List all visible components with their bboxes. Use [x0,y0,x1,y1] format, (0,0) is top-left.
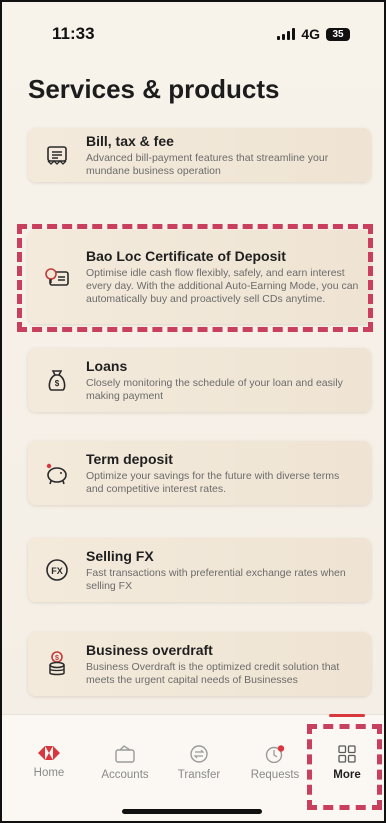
nav-label: Home [33,767,65,779]
transfer-icon [190,745,208,763]
service-card-bill-tax-fee[interactable]: Bill, tax & fee Advanced bill-payment fe… [28,128,371,182]
fx-icon: FX [28,558,86,582]
nav-label: More [333,769,361,781]
battery-icon: 35 [326,27,350,41]
service-description: Business Overdraft is the optimized cred… [86,660,340,686]
service-description: Advanced bill-payment features that stre… [86,151,329,177]
service-title: Bao Loc Certificate of Deposit [86,248,286,264]
service-card-certificate-of-deposit[interactable]: Bao Loc Certificate of Deposit Optimise … [28,230,371,324]
service-title: Bill, tax & fee [86,132,174,149]
service-card-business-overdraft[interactable]: $ Business overdraft Business Overdraft … [28,632,371,696]
app-screen: 11:33 4G 35 Services & products Bill, ta… [0,0,386,823]
signal-icon [277,28,296,40]
status-indicators: 4G 35 [277,26,350,42]
nav-requests[interactable]: Requests [240,745,310,781]
nav-label: Requests [250,769,300,781]
receipt-icon [28,145,86,165]
service-title: Selling FX [86,547,154,564]
service-description: Optimise idle cash flow flexibly, safely… [86,267,359,305]
service-description: Optimize your savings for the future wit… [86,469,340,495]
requests-icon [265,745,285,763]
bottom-nav: Home Accounts Transfer Requests More [2,714,384,821]
wallet-icon [115,745,135,763]
nav-label: Transfer [177,769,221,781]
certificate-icon [28,266,86,288]
service-description: Fast transactions with preferential exch… [86,566,346,592]
nav-accounts[interactable]: Accounts [90,745,160,781]
nav-label: Accounts [101,769,149,781]
coin-stack-icon: $ [28,651,86,677]
svg-text:$: $ [55,655,59,662]
piggy-bank-icon [28,461,86,485]
service-title: Term deposit [86,450,173,467]
service-card-selling-fx[interactable]: FX Selling FX Fast transactions with pre… [28,538,371,602]
battery-level: 35 [332,28,344,40]
page-title: Services & products [28,74,280,104]
svg-text:$: $ [55,379,60,388]
service-title: Business overdraft [86,641,213,658]
status-time: 11:33 [52,24,95,43]
grid-icon [338,745,356,763]
service-title: Loans [86,357,128,374]
home-indicator[interactable] [122,809,262,814]
home-logo-icon [38,746,60,760]
money-bag-icon: $ [28,368,86,392]
active-tab-indicator [329,714,365,717]
nav-more[interactable]: More [312,745,382,781]
service-description: Closely monitoring the schedule of your … [86,376,343,402]
service-card-term-deposit[interactable]: Term deposit Optimize your savings for t… [28,441,371,505]
nav-transfer[interactable]: Transfer [164,745,234,781]
svg-text:FX: FX [51,566,63,576]
service-card-loans[interactable]: $ Loans Closely monitoring the schedule … [28,348,371,412]
nav-home[interactable]: Home [14,745,84,779]
network-label: 4G [301,26,320,42]
status-bar: 11:33 4G 35 [2,2,384,66]
